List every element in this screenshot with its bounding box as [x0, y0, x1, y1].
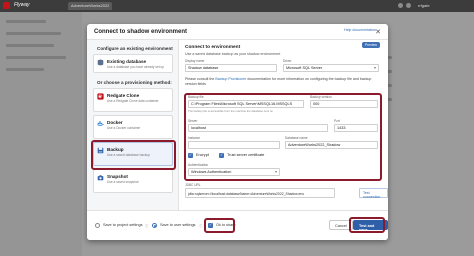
test-connection-button[interactable]: Test connection [359, 188, 388, 199]
form-subtitle: Use a saved database backup as your shad… [185, 52, 281, 56]
trust-certificate-checkbox[interactable] [219, 152, 224, 158]
trust-certificate-label: Trust server certificate [227, 153, 265, 157]
option-desc: Use a database you have already set up [107, 65, 165, 69]
snapshot-icon [97, 175, 104, 181]
option-title: Backup [107, 147, 124, 152]
instance-field[interactable] [188, 141, 280, 149]
save-project-radio[interactable] [95, 223, 100, 228]
backup-icon [97, 147, 104, 154]
connection-form: Help documentation Connect to environmen… [179, 28, 388, 210]
cancel-button[interactable]: Cancel [329, 220, 353, 230]
database-icon [97, 59, 104, 66]
authentication-label: Authentication [188, 163, 209, 167]
app-name: Flyway [14, 2, 30, 8]
save-project-label: Save to project settings [103, 223, 143, 227]
driver-label: Driver [283, 59, 292, 63]
backup-version-label: Backup version [310, 95, 332, 99]
docker-icon [97, 121, 104, 126]
option-backup[interactable]: Backup Use a saved database backup [93, 142, 173, 166]
app-logo-icon [3, 2, 10, 9]
ok-to-share-checkbox[interactable] [208, 222, 213, 228]
app-title-bar: Flyway AdventureWorks2022 rrfgate [0, 0, 474, 12]
redgate-clone-icon [97, 93, 104, 100]
port-field[interactable]: 1433 [334, 124, 378, 132]
option-title: Existing database [107, 59, 147, 64]
settings-icon[interactable] [406, 3, 411, 8]
database-name-label: Database name [285, 136, 308, 140]
display-name-field[interactable]: Shadow database [185, 64, 277, 72]
form-title: Connect to environment [185, 45, 241, 50]
backup-version-field[interactable]: 000 [310, 100, 378, 108]
display-name-label: Display name [185, 59, 205, 63]
server-field[interactable]: localhost [188, 124, 328, 132]
close-icon[interactable]: ✕ [375, 28, 381, 36]
preview-badge: Preview [361, 42, 380, 48]
option-title: Docker [107, 120, 123, 125]
instance-label: Instance [188, 136, 201, 140]
help-icon[interactable]: ⓘ [199, 223, 202, 228]
ok-to-share-label: Ok to share [216, 223, 236, 227]
port-label: Port [334, 119, 340, 123]
backup-file-hint: The backup file is accessible from the m… [188, 109, 274, 113]
provision-heading: Or choose a provisioning method: [97, 80, 172, 85]
option-existing-database[interactable]: Existing database Use a database you hav… [93, 54, 173, 73]
option-title: Redgate Clone [107, 93, 140, 98]
user-name[interactable]: rrfgate [418, 3, 430, 8]
help-icon[interactable]: ⓘ [145, 223, 148, 228]
test-and-save-button[interactable]: Test and save [353, 220, 388, 232]
backup-file-label: Backup file [188, 95, 204, 99]
driver-select[interactable]: Microsoft SQL Server [283, 64, 379, 72]
option-desc: Use a Docker container [107, 126, 141, 130]
dialog-footer: Save to project settings ⓘ Save to user … [87, 210, 388, 240]
notification-icon[interactable] [398, 3, 403, 8]
backup-provisioner-link[interactable]: Backup Provisioner [215, 77, 246, 81]
encrypt-label: Encrypt [196, 153, 209, 157]
authentication-select[interactable]: Windows Authentication [188, 168, 280, 176]
option-snapshot[interactable]: Snapshot Use a saved snapshot [93, 169, 173, 193]
save-user-radio[interactable] [152, 223, 157, 228]
save-user-label: Save to user settings [160, 223, 196, 227]
backup-note: Please consult the Backup Provisioner do… [185, 77, 380, 86]
server-label: Server [188, 119, 198, 123]
option-desc: Use a saved snapshot [107, 180, 139, 184]
backup-file-field[interactable]: C:\Program Files\Microsoft SQL Server\MS… [188, 100, 304, 108]
option-desc: Use a saved database backup [107, 153, 150, 157]
option-docker[interactable]: Docker Use a Docker container [93, 115, 173, 139]
note-prefix: Please consult the [185, 77, 215, 81]
help-documentation-link[interactable]: Help documentation [344, 28, 376, 32]
database-name-field[interactable]: AdventureWorks2022_Shadow [285, 141, 378, 149]
jdbc-url-label: JDBC URL [185, 183, 201, 187]
option-desc: Use a Redgate Clone data container [107, 99, 159, 103]
option-redgate-clone[interactable]: Redgate Clone Use a Redgate Clone data c… [93, 88, 173, 112]
tab-project[interactable]: AdventureWorks2022 [68, 2, 113, 10]
shadow-environment-dialog: Connect to shadow environment ✕ Configur… [87, 24, 388, 240]
jdbc-url-field[interactable]: jdbc:sqlserver://localhost;databaseName=… [185, 188, 335, 198]
encrypt-checkbox[interactable] [188, 152, 193, 158]
existing-env-heading: Configure an existing environment [97, 46, 173, 51]
option-title: Snapshot [107, 174, 128, 179]
dialog-title: Connect to shadow environment [94, 29, 188, 35]
provisioning-methods-panel: Configure an existing environment Existi… [87, 40, 179, 210]
